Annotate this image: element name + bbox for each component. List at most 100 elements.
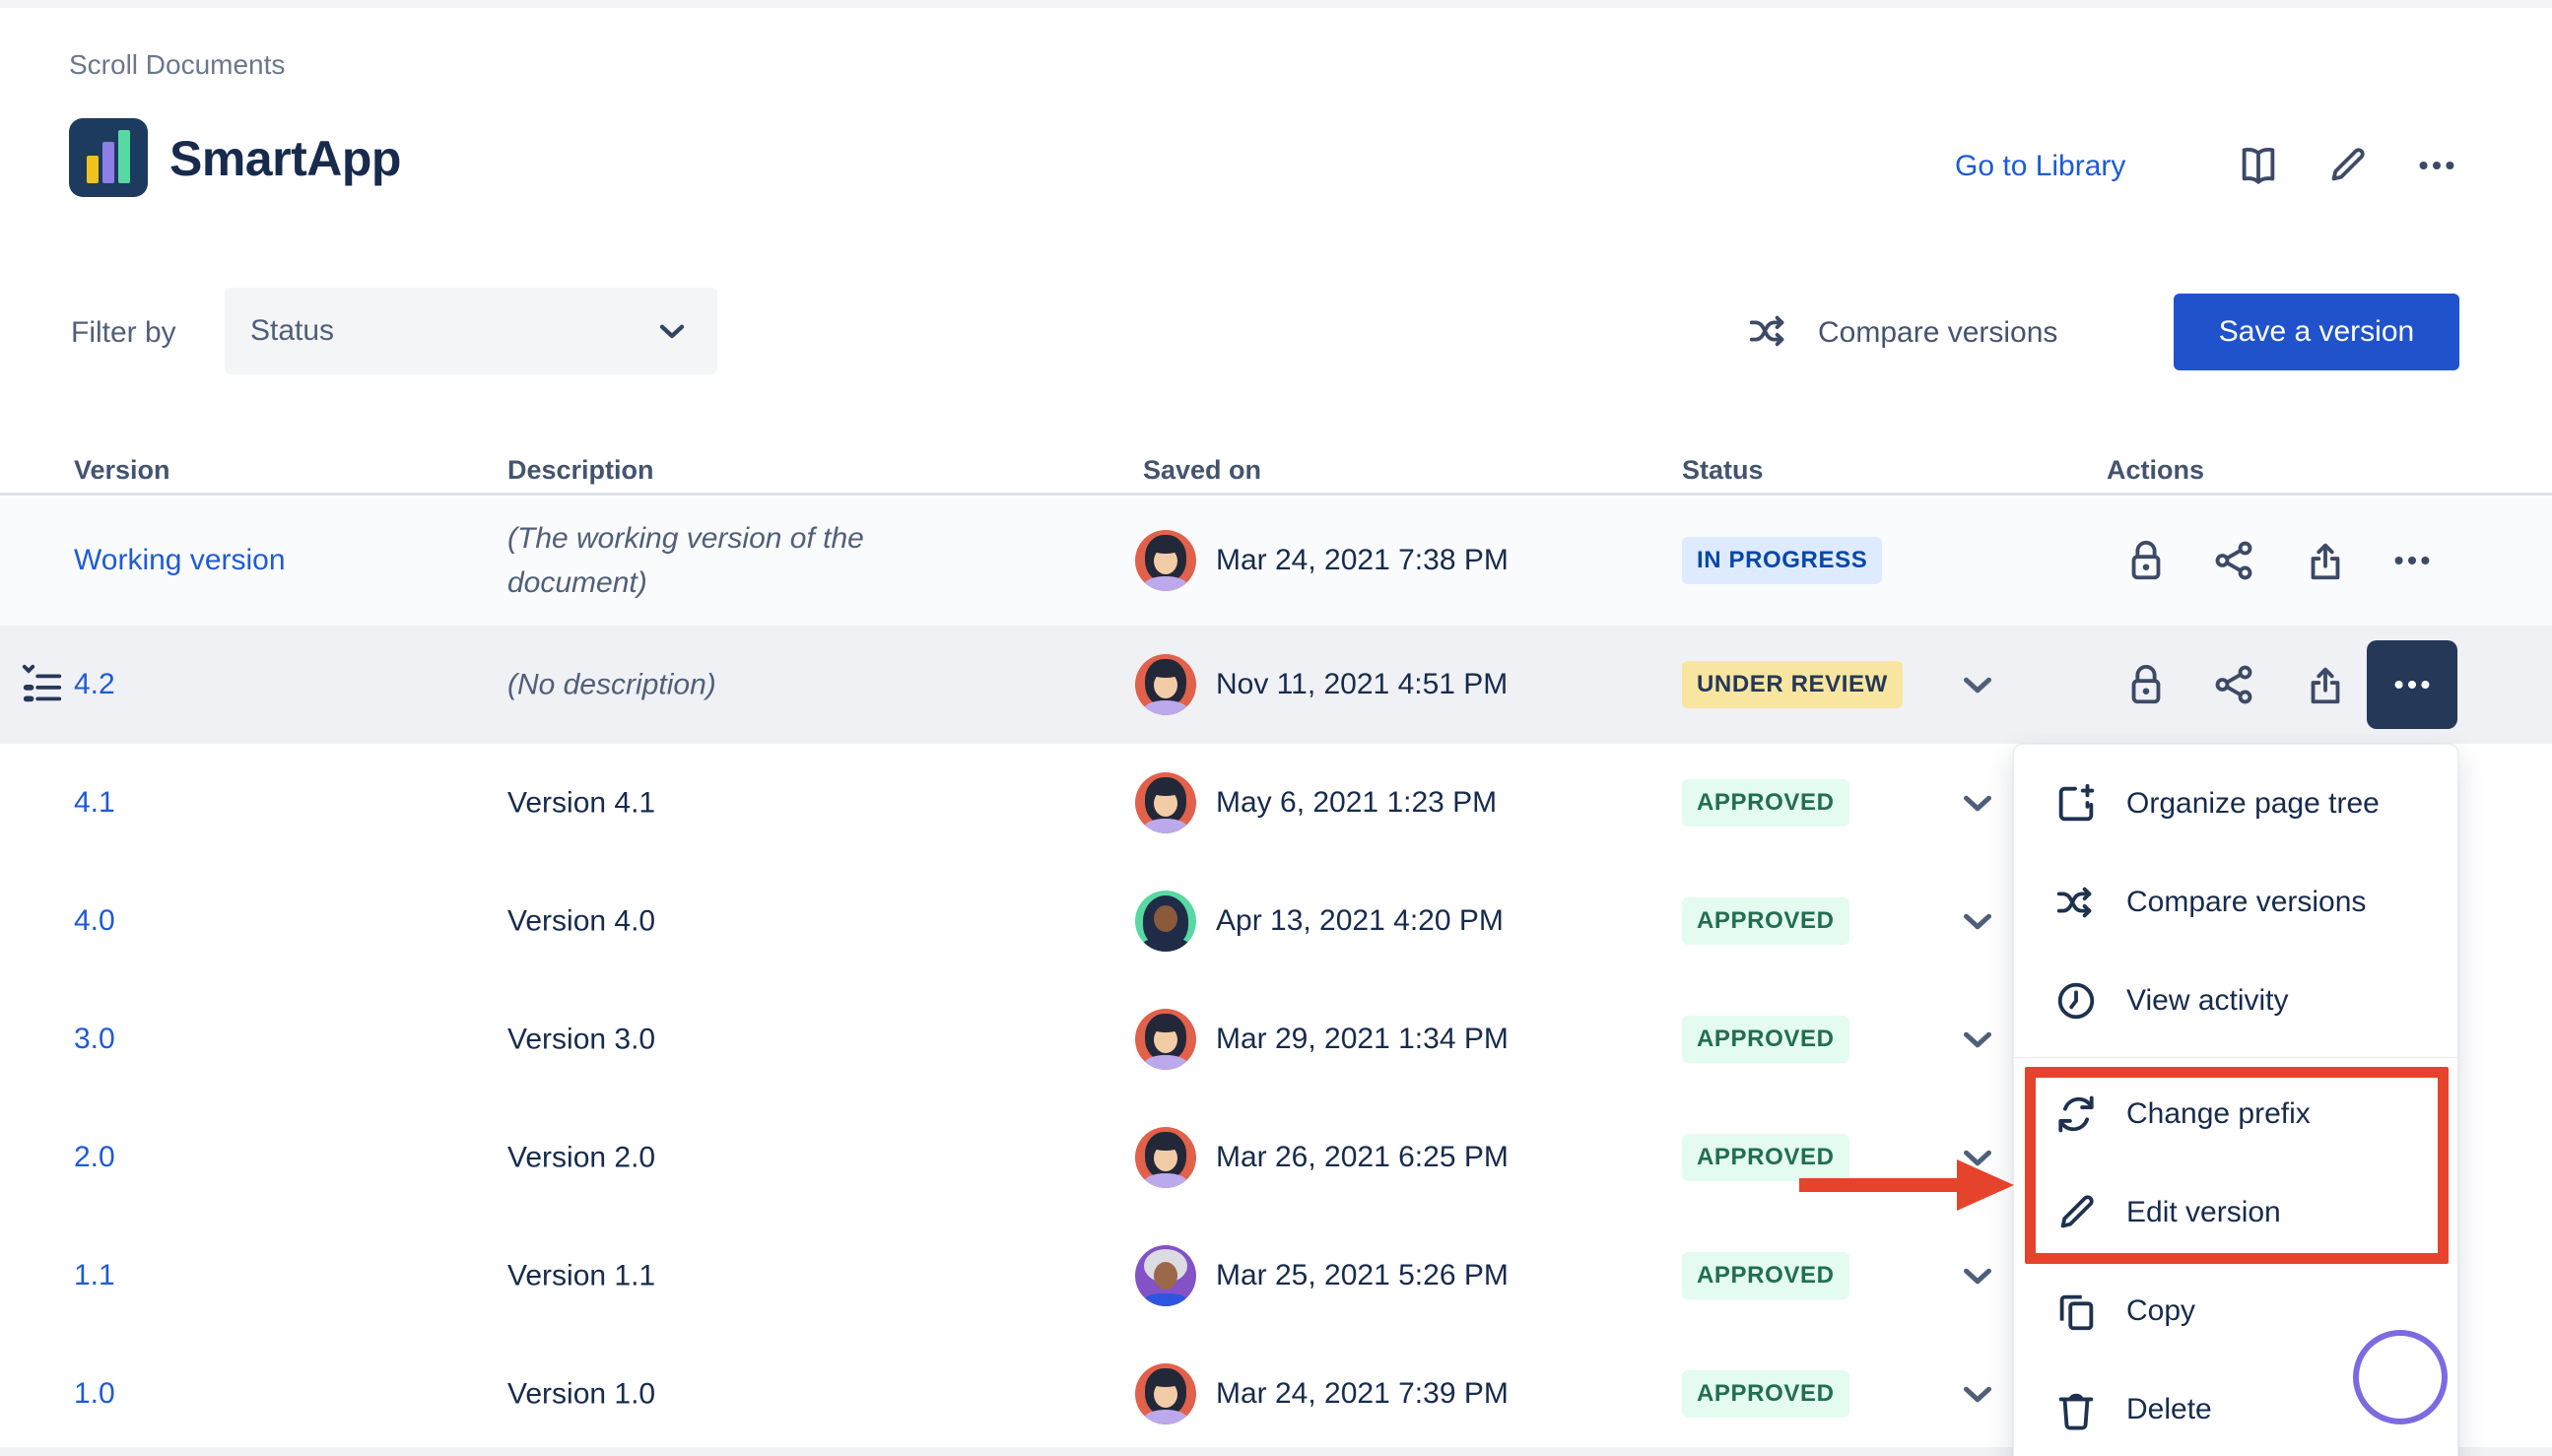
status-badge: APPROVED xyxy=(1682,1134,1849,1181)
lock-icon[interactable] xyxy=(2123,538,2169,583)
more-actions-button[interactable] xyxy=(2367,640,2457,729)
status-chevron-down-icon[interactable] xyxy=(1955,1017,2000,1062)
status-chevron-down-icon[interactable] xyxy=(1955,1371,2000,1417)
table-row: Working version (The working version of … xyxy=(0,496,2552,626)
menu-item-edit-version[interactable]: Edit version xyxy=(2014,1163,2457,1262)
column-header-description: Description xyxy=(507,455,654,486)
annotation-cursor-circle xyxy=(2353,1330,2448,1424)
menu-item-label: Organize page tree xyxy=(2126,787,2380,821)
menu-item-label: Change prefix xyxy=(2126,1097,2311,1131)
avatar xyxy=(1135,772,1196,833)
export-icon[interactable] xyxy=(2303,538,2348,583)
avatar xyxy=(1135,1245,1196,1306)
column-header-status: Status xyxy=(1682,455,1764,486)
status-badge: UNDER REVIEW xyxy=(1682,661,1903,708)
ellipsis-icon[interactable] xyxy=(2414,143,2459,188)
annotation-arrow xyxy=(1799,1178,1959,1192)
page-title: SmartApp xyxy=(169,130,401,187)
saved-on-cell: Apr 13, 2021 4:20 PM xyxy=(1135,891,1687,952)
saved-on-cell: May 6, 2021 1:23 PM xyxy=(1135,772,1687,833)
saved-on-date: Apr 13, 2021 4:20 PM xyxy=(1216,904,1504,938)
saved-on-cell: Nov 11, 2021 4:51 PM xyxy=(1135,654,1687,715)
saved-on-date: May 6, 2021 1:23 PM xyxy=(1216,786,1497,820)
version-link[interactable]: 1.0 xyxy=(74,1377,115,1411)
status-chevron-down-icon[interactable] xyxy=(1955,780,2000,826)
saved-on-cell: Mar 29, 2021 1:34 PM xyxy=(1135,1009,1687,1070)
menu-item-label: Copy xyxy=(2126,1294,2195,1328)
version-link[interactable]: 4.1 xyxy=(74,786,115,820)
saved-on-date: Mar 26, 2021 6:25 PM xyxy=(1216,1141,1509,1174)
saved-on-date: Mar 29, 2021 1:34 PM xyxy=(1216,1023,1509,1056)
menu-item-view-activity[interactable]: View activity xyxy=(2014,952,2457,1050)
version-link[interactable]: 2.0 xyxy=(74,1141,115,1174)
go-to-library-link[interactable]: Go to Library xyxy=(1955,150,2125,183)
saved-on-cell: Mar 24, 2021 7:38 PM xyxy=(1135,530,1687,591)
status-chevron-down-icon[interactable] xyxy=(1955,662,2000,707)
status-chevron-down-icon[interactable] xyxy=(1955,898,2000,944)
share-icon[interactable] xyxy=(2211,662,2256,707)
organize-page-tree-icon xyxy=(2053,781,2099,827)
status-badge: APPROVED xyxy=(1682,1252,1849,1299)
open-book-icon[interactable] xyxy=(2236,143,2281,188)
saved-on-date: Nov 11, 2021 4:51 PM xyxy=(1216,668,1508,701)
saved-on-cell: Mar 25, 2021 5:26 PM xyxy=(1135,1245,1687,1306)
version-description: Version 3.0 xyxy=(507,1018,980,1062)
version-link[interactable]: 3.0 xyxy=(74,1023,115,1056)
avatar xyxy=(1135,530,1196,591)
ellipsis-icon xyxy=(2389,538,2435,583)
menu-item-organize-page-tree[interactable]: Organize page tree xyxy=(2014,755,2457,853)
avatar xyxy=(1135,891,1196,952)
ellipsis-icon xyxy=(2389,662,2435,707)
saved-on-date: Mar 24, 2021 7:38 PM xyxy=(1216,544,1509,577)
status-chevron-down-icon[interactable] xyxy=(1955,1253,2000,1298)
saved-on-cell: Mar 24, 2021 7:39 PM xyxy=(1135,1363,1687,1424)
pencil-icon xyxy=(2053,1190,2099,1235)
window-top-edge xyxy=(0,0,2552,8)
chevron-down-icon xyxy=(652,311,692,351)
menu-item-compare-versions[interactable]: Compare versions xyxy=(2014,853,2457,952)
menu-item-change-prefix[interactable]: Change prefix xyxy=(2014,1065,2457,1163)
current-version-marker-icon xyxy=(20,662,65,707)
table-row: 4.2 (No description) Nov 11, 2021 4:51 P… xyxy=(0,626,2552,744)
saved-on-cell: Mar 26, 2021 6:25 PM xyxy=(1135,1127,1687,1188)
lock-icon[interactable] xyxy=(2123,662,2169,707)
status-filter-select[interactable]: Status xyxy=(225,288,717,374)
share-icon[interactable] xyxy=(2211,538,2256,583)
save-version-button[interactable]: Save a version xyxy=(2174,294,2459,370)
shuffle-icon xyxy=(2053,880,2099,925)
column-header-saved-on: Saved on xyxy=(1143,455,1261,486)
status-badge: APPROVED xyxy=(1682,1370,1849,1418)
menu-item-label: Delete xyxy=(2126,1393,2212,1426)
pencil-icon[interactable] xyxy=(2324,143,2370,188)
status-badge: IN PROGRESS xyxy=(1682,537,1882,584)
version-description: (No description) xyxy=(507,663,980,707)
menu-item-label: Edit version xyxy=(2126,1196,2281,1229)
version-link[interactable]: 4.2 xyxy=(74,668,115,701)
shuffle-icon xyxy=(1746,308,1791,354)
avatar xyxy=(1135,1009,1196,1070)
filter-by-label: Filter by xyxy=(71,316,176,350)
version-link[interactable]: 1.1 xyxy=(74,1259,115,1292)
saved-on-date: Mar 25, 2021 5:26 PM xyxy=(1216,1259,1509,1292)
menu-separator xyxy=(2014,1057,2457,1058)
scroll-documents-page: Scroll Documents SmartApp Go to Library … xyxy=(0,0,2552,1456)
version-description: Version 1.0 xyxy=(507,1372,980,1417)
compare-versions-button[interactable]: Compare versions xyxy=(1818,316,2057,350)
menu-item-label: Compare versions xyxy=(2126,886,2366,919)
copy-icon xyxy=(2053,1289,2099,1334)
version-description: (The working version of the document) xyxy=(507,516,980,605)
avatar xyxy=(1135,1363,1196,1424)
status-badge: APPROVED xyxy=(1682,779,1849,827)
column-header-version: Version xyxy=(74,455,170,486)
version-description: Version 4.1 xyxy=(507,781,980,826)
version-link[interactable]: 4.0 xyxy=(74,904,115,938)
status-badge: APPROVED xyxy=(1682,1016,1849,1063)
version-description: Version 4.0 xyxy=(507,899,980,944)
saved-on-date: Mar 24, 2021 7:39 PM xyxy=(1216,1377,1509,1411)
annotation-arrow-head xyxy=(1957,1159,2014,1211)
export-icon[interactable] xyxy=(2303,662,2348,707)
status-badge: APPROVED xyxy=(1682,897,1849,945)
more-actions-button[interactable] xyxy=(2367,516,2457,605)
version-link[interactable]: Working version xyxy=(74,544,286,577)
clock-icon xyxy=(2053,978,2099,1024)
